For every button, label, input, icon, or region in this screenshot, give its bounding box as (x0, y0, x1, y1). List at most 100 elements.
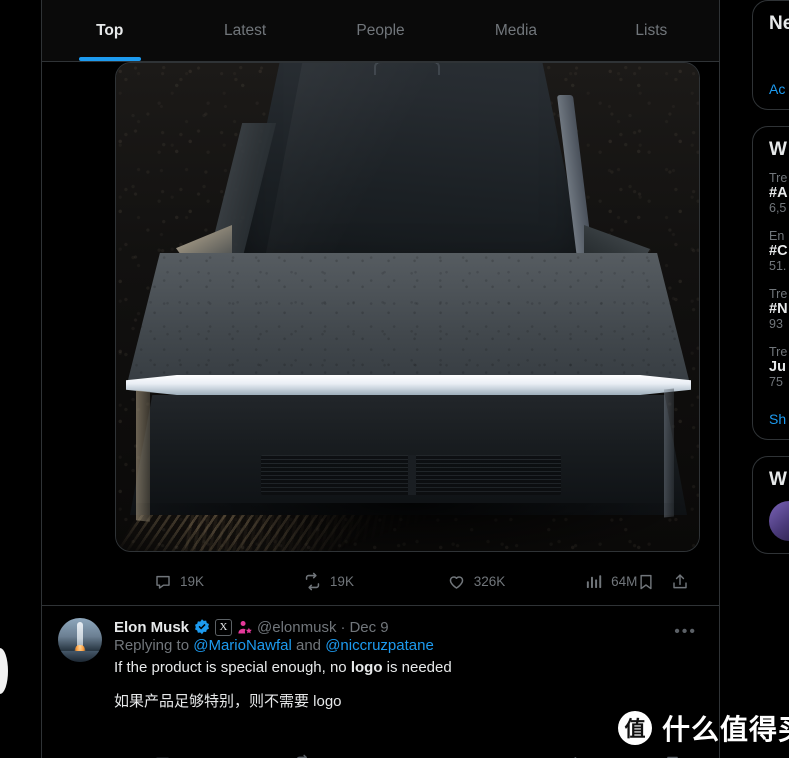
trend-item[interactable]: Tre #N 93 (769, 287, 789, 331)
reply-icon[interactable] (154, 755, 171, 758)
post-image-photo (116, 63, 699, 551)
search-tabs: Top Latest People Media Lists (42, 0, 719, 62)
tweet-body: Elon Musk X @elonmusk · Dec 9 Replying t… (114, 618, 703, 712)
under-shadow (134, 503, 684, 551)
hood-speckle (126, 253, 691, 388)
tab-lists[interactable]: Lists (584, 0, 719, 61)
tab-people-label: People (356, 21, 405, 39)
whats-happening-title: W (769, 139, 787, 160)
bookmark-icon[interactable] (664, 755, 681, 758)
cybertruck-illustration (116, 63, 699, 551)
watermark: 值 什么值得买 (618, 708, 789, 748)
watermark-logo-icon: 值 (618, 711, 652, 745)
trend-category: En (769, 229, 785, 243)
front-light-bar (126, 375, 691, 395)
tab-people[interactable]: People (313, 0, 448, 61)
share-icon[interactable] (671, 573, 689, 591)
tweet-text-part-1: If the product is special enough, no (114, 659, 351, 676)
trend-item[interactable]: Tre Ju 75 (769, 345, 789, 389)
replying-to-conjunction: and (291, 637, 326, 654)
trend-post-count: 75 (769, 375, 783, 389)
tab-latest[interactable]: Latest (177, 0, 312, 61)
reply-count: 19K (180, 574, 205, 589)
windshield-glare (266, 63, 566, 253)
avatar-horizon (58, 650, 102, 662)
trend-category: Tre (769, 287, 788, 301)
repost-icon[interactable] (294, 754, 312, 758)
analytics-icon (585, 573, 603, 591)
reply-tweet[interactable]: Elon Musk X @elonmusk · Dec 9 Replying t… (42, 606, 719, 712)
x-affiliation-badge-icon[interactable]: X (215, 618, 233, 636)
separator: · (340, 618, 346, 636)
reply-icon (154, 573, 172, 591)
trend-item[interactable]: Tre #A 6,5 (769, 171, 789, 215)
tweet-text-en: If the product is special enough, no log… (114, 657, 703, 678)
main-timeline-column: Top Latest People Media Lists 19K 19K 32… (41, 0, 720, 758)
avatar[interactable] (58, 618, 102, 662)
new-to-x-link[interactable]: Ac (769, 81, 789, 97)
tab-media-label: Media (494, 21, 538, 39)
tweet-text-bold: logo (350, 659, 383, 676)
x-search-results-page: Top Latest People Media Lists 19K 19K 32… (0, 0, 789, 758)
repost-button[interactable]: 19K (303, 572, 354, 591)
bumper-edge-right (664, 388, 674, 518)
reply-button[interactable]: 19K (154, 573, 204, 591)
repost-icon (303, 572, 322, 591)
view-count: 64M (611, 574, 638, 589)
trend-category: Tre (769, 345, 788, 359)
tab-active-underline (78, 57, 141, 61)
tweet-text-translation: 如果产品足够特别，则不需要 logo (114, 693, 342, 710)
right-sidebar: Ne Ac W Tre #A 6,5 En #C 51. Tre #N 93 T… (752, 0, 789, 758)
show-more-link[interactable]: Sh (769, 411, 789, 427)
trend-post-count: 93 (769, 317, 783, 331)
replying-to-line: Replying to @MarioNawfal and @niccruzpat… (114, 637, 703, 654)
whats-happening-card: W Tre #A 6,5 En #C 51. Tre #N 93 Tre Ju … (752, 126, 789, 440)
heart-icon[interactable] (431, 754, 449, 758)
post-media-container (42, 62, 719, 552)
tab-lists-label: Lists (635, 21, 668, 39)
analytics-icon[interactable] (561, 755, 578, 758)
who-to-follow-card: W (752, 456, 789, 554)
tab-top-label: Top (96, 21, 124, 39)
display-name[interactable]: Elon Musk (114, 619, 189, 636)
repost-count: 19K (329, 574, 354, 589)
bookmark-icon[interactable] (637, 573, 655, 591)
tweet-date[interactable]: Dec 9 (349, 619, 388, 636)
heart-icon (447, 572, 466, 591)
reply-action-bar (154, 752, 681, 758)
who-to-follow-title: W (769, 469, 787, 490)
bumper-edge-left (136, 390, 150, 522)
grille-divider (408, 455, 416, 495)
affiliate-badge-icon (236, 619, 253, 636)
trend-category: Tre (769, 171, 788, 185)
more-options-button[interactable]: ••• (674, 624, 697, 640)
trend-post-count: 51. (769, 259, 787, 273)
trend-post-count: 6,5 (769, 201, 787, 215)
like-button[interactable]: 326K (447, 572, 506, 591)
watermark-text: 什么值得买 (662, 713, 789, 746)
post-image[interactable] (115, 62, 700, 552)
scroll-indicator[interactable] (0, 648, 8, 694)
trend-name: #N (769, 301, 788, 317)
replying-to-prefix: Replying to (114, 637, 194, 654)
tweet-text-part-2: is needed (382, 659, 452, 676)
trend-name: Ju (769, 359, 786, 375)
mention-marionawfal[interactable]: @MarioNawfal (193, 637, 292, 654)
verified-badge-icon (193, 618, 211, 636)
avatar[interactable] (769, 501, 789, 541)
handle[interactable]: @elonmusk (257, 619, 336, 636)
views-button[interactable]: 64M (585, 573, 637, 591)
mention-niccruzpatane[interactable]: @niccruzpatane (325, 637, 434, 654)
tab-media[interactable]: Media (448, 0, 583, 61)
left-nav-rail (0, 0, 41, 758)
post-action-bar: 19K 19K 326K 64M (42, 558, 719, 606)
wiper (374, 63, 440, 75)
tweet-author-line: Elon Musk X @elonmusk · Dec 9 (114, 618, 703, 636)
like-count: 326K (473, 574, 506, 589)
new-to-x-card: Ne Ac (752, 0, 789, 110)
trend-item[interactable]: En #C 51. (769, 229, 789, 273)
tab-top[interactable]: Top (42, 0, 177, 61)
new-to-x-title: Ne (769, 13, 789, 34)
